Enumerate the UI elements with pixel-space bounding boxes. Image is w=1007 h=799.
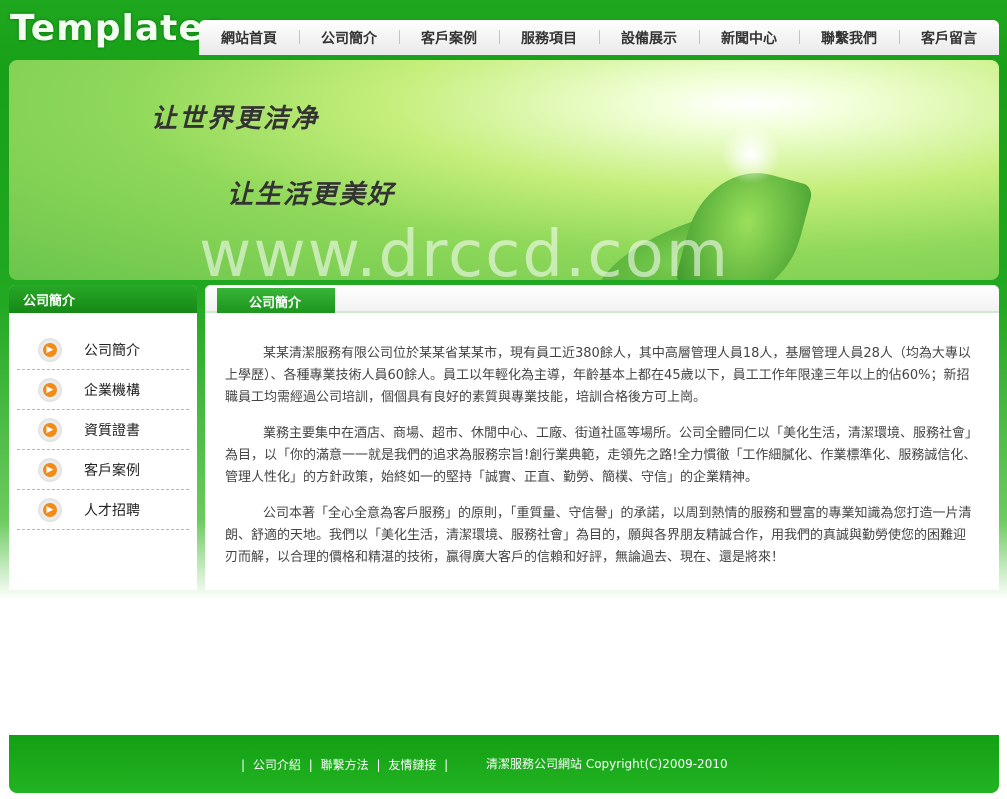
nav-item-contact[interactable]: 聯繫我們 bbox=[799, 28, 899, 48]
article-paragraph: 某某清潔服務有限公司位於某某省某某市，現有員工近380餘人，其中高層管理人員18… bbox=[225, 346, 971, 405]
sidebar-item-cases[interactable]: ▶ 客戶案例 bbox=[17, 450, 189, 490]
nav-item-news[interactable]: 新聞中心 bbox=[699, 28, 799, 48]
hero-banner: 让世界更洁净 让生活更美好 www.drccd.com bbox=[9, 60, 999, 280]
sidebar-title: 公司簡介 bbox=[9, 285, 197, 313]
footer-separator: | bbox=[241, 758, 246, 772]
banner-slogan-2: 让生活更美好 bbox=[227, 180, 396, 210]
sidebar-item-about[interactable]: ▶ 公司簡介 bbox=[17, 330, 189, 370]
orange-arrow-bullet-icon: ▶ bbox=[38, 337, 62, 362]
main-tab-title: 公司簡介 bbox=[217, 288, 335, 313]
sidebar-item-organization[interactable]: ▶ 企業機構 bbox=[17, 370, 189, 410]
article-body: 某某清潔服務有限公司位於某某省某某市，現有員工近380餘人，其中高層管理人員18… bbox=[205, 313, 999, 569]
footer-link-friends[interactable]: 友情鏈接 bbox=[388, 758, 436, 772]
sidebar: 公司簡介 ▶ 公司簡介 ▶ 企業機構 ▶ 資質證書 ▶ 客戶案例 ▶ 人才招聘 bbox=[9, 285, 197, 590]
footer-link-about[interactable]: 公司介紹 bbox=[253, 758, 301, 772]
orange-arrow-bullet-icon: ▶ bbox=[38, 457, 62, 482]
nav-item-guestbook[interactable]: 客戶留言 bbox=[899, 28, 999, 48]
sidebar-item-label: 人才招聘 bbox=[84, 502, 140, 519]
footer-links: | 公司介紹 | 聯繫方法 | 友情鏈接 | bbox=[241, 756, 452, 773]
orange-arrow-bullet-icon: ▶ bbox=[38, 497, 62, 522]
sidebar-menu: ▶ 公司簡介 ▶ 企業機構 ▶ 資質證書 ▶ 客戶案例 ▶ 人才招聘 bbox=[9, 313, 197, 530]
footer-separator: | bbox=[308, 758, 313, 772]
orange-arrow-bullet-icon: ▶ bbox=[38, 417, 62, 442]
nav-item-services[interactable]: 服務項目 bbox=[499, 28, 599, 48]
footer-copyright: 清潔服務公司網站 Copyright(C)2009-2010 bbox=[486, 757, 728, 771]
footer-separator: | bbox=[444, 758, 449, 772]
sidebar-item-certificates[interactable]: ▶ 資質證書 bbox=[17, 410, 189, 450]
sidebar-item-recruitment[interactable]: ▶ 人才招聘 bbox=[17, 490, 189, 530]
article-paragraph: 公司本著「全心全意為客戶服務」的原則，「重質量、守信譽」的承諾，以周到熱情的服務… bbox=[225, 506, 972, 565]
banner-slogan-1: 让世界更洁净 bbox=[151, 104, 320, 134]
sidebar-item-label: 資質證書 bbox=[84, 422, 140, 439]
sidebar-item-label: 企業機構 bbox=[84, 382, 140, 399]
article-paragraph: 業務主要集中在酒店、商場、超市、休閒中心、工廠、街道社區等場所。公司全體同仁以「… bbox=[225, 426, 977, 485]
nav-item-equipment[interactable]: 設備展示 bbox=[599, 28, 699, 48]
sidebar-item-label: 公司簡介 bbox=[84, 342, 140, 359]
footer-link-contact[interactable]: 聯繫方法 bbox=[321, 758, 369, 772]
nav-item-about[interactable]: 公司簡介 bbox=[299, 28, 399, 48]
site-logo[interactable]: Templates bbox=[10, 8, 226, 52]
nav-item-cases[interactable]: 客戶案例 bbox=[399, 28, 499, 48]
orange-arrow-bullet-icon: ▶ bbox=[38, 377, 62, 402]
footer-separator: | bbox=[376, 758, 381, 772]
footer: | 公司介紹 | 聯繫方法 | 友情鏈接 | 清潔服務公司網站 Copyrigh… bbox=[9, 735, 999, 793]
sparkle-graphic bbox=[721, 124, 781, 184]
sidebar-item-label: 客戶案例 bbox=[84, 462, 140, 479]
main-header: 公司簡介 bbox=[205, 285, 999, 313]
main-content-panel: 公司簡介 某某清潔服務有限公司位於某某省某某市，現有員工近380餘人，其中高層管… bbox=[205, 285, 999, 590]
banner-watermark: www.drccd.com bbox=[199, 218, 731, 280]
top-navigation: 網站首頁 公司簡介 客戶案例 服務項目 設備展示 新聞中心 聯繫我們 客戶留言 bbox=[199, 20, 999, 55]
nav-item-home[interactable]: 網站首頁 bbox=[199, 28, 299, 48]
